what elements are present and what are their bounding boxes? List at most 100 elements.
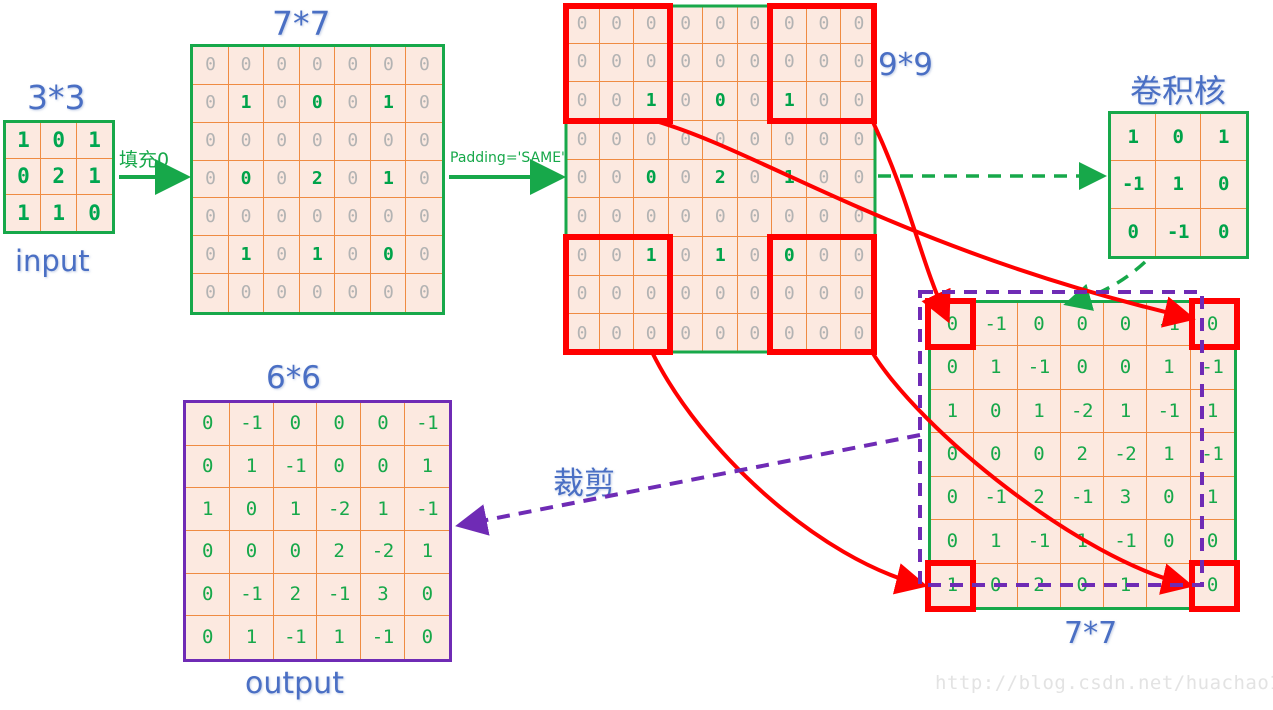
padded-matrix-9x9-cell-r3-c5: 0: [737, 121, 773, 160]
output-matrix-6x6-cell-r3-c5: 1: [405, 531, 449, 574]
padded-matrix-9x9-cell-r6-c4: 1: [703, 237, 738, 276]
padded-matrix-9x9-cell-r4-c1: 0: [599, 159, 635, 199]
padded-matrix-9x9-cell-r4-c8: 0: [841, 159, 876, 199]
dilated-matrix-7x7-cell-r0-c1: 0: [228, 47, 265, 85]
padded-matrix-9x9-cell-r8-c8: 0: [841, 314, 876, 353]
input-matrix-cell-r1-c1: 2: [41, 159, 77, 195]
dilated-matrix-7x7-cell-r3-c4: 0: [335, 160, 371, 199]
result-matrix-7x7-cell-r2-c3: -2: [1060, 389, 1105, 434]
kernel-matrix-cell-r2-c1: -1: [1156, 208, 1201, 256]
dilated-matrix-7x7-cell-r2-c0: 0: [193, 122, 229, 161]
crop-arrow-label: 裁剪: [553, 466, 615, 502]
dilated-matrix-7x7-cell-r6-c6: 0: [406, 274, 442, 312]
padded-matrix-9x9-cell-r3-c8: 0: [841, 121, 876, 160]
red-curve-topright-to-result: [870, 119, 951, 324]
dilated-matrix-7x7-cell-r4-c1: 0: [228, 198, 265, 237]
fill-zero-arrow-label: 填充0: [119, 149, 170, 171]
result-matrix-7x7-cell-r5-c5: 0: [1147, 520, 1191, 564]
padded-matrix-9x9-cell-r3-c2: 0: [634, 121, 669, 160]
dilated-matrix-7x7-cell-r2-c2: 0: [264, 122, 300, 161]
padded-matrix-9x9-cell-r0-c0: 0: [565, 5, 600, 44]
dilated-matrix-7x7-cell-r1-c1: 1: [228, 84, 265, 123]
padded-matrix-9x9-cell-r3-c7: 0: [806, 121, 842, 160]
padded-matrix-9x9-cell-r1-c1: 0: [599, 43, 635, 83]
output-matrix-6x6-cell-r5-c5: 0: [405, 616, 449, 659]
padded-matrix-9x9-cell-r6-c8: 0: [841, 237, 876, 276]
padded-matrix-9x9-cell-r6-c6: 0: [772, 237, 807, 276]
dilated-matrix-7x7-cell-r1-c5: 1: [370, 84, 407, 123]
dilated-matrix-7x7-cell-r5-c5: 0: [370, 236, 407, 275]
padded-matrix-9x9-cell-r0-c3: 0: [668, 5, 704, 44]
kernel-matrix-cell-r1-c1: 1: [1156, 161, 1201, 209]
output-matrix-6x6-cell-r2-c2: 1: [273, 488, 318, 531]
padded-matrix-9x9-cell-r5-c2: 0: [634, 198, 669, 237]
padded-matrix-9x9-cell-r7-c1: 0: [599, 275, 635, 315]
dilated-matrix-7x7-cell-r3-c5: 1: [370, 160, 407, 199]
padded-matrix-9x9-cell-r6-c5: 0: [737, 237, 773, 276]
input-matrix-cell-r0-c2: 1: [76, 123, 112, 159]
result-matrix-7x7-cell-r2-c6: 1: [1190, 389, 1234, 434]
dilated-matrix-7x7-cell-r2-c6: 0: [406, 122, 442, 161]
result-matrix-7x7-cell-r5-c6: 0: [1190, 520, 1234, 564]
padded-matrix-9x9-cell-r0-c1: 0: [599, 5, 635, 44]
dilated-matrix-7x7: 0000000010001000000000002010000000001010…: [190, 44, 445, 315]
dilated-matrix-7x7-cell-r4-c2: 0: [264, 198, 300, 237]
input-size-label: 3*3: [27, 78, 86, 117]
dilated-matrix-7x7-cell-r2-c4: 0: [335, 122, 371, 161]
result-matrix-7x7-cell-r6-c0: 1: [931, 563, 975, 607]
padded-matrix-9x9-cell-r6-c3: 0: [668, 237, 704, 276]
output-matrix-6x6-cell-r4-c2: 2: [273, 573, 318, 617]
dilated-matrix-7x7-cell-r0-c2: 0: [264, 47, 300, 85]
input-matrix-cell-r1-c2: 1: [76, 159, 112, 195]
output-matrix-6x6-cell-r2-c5: -1: [405, 488, 449, 531]
input-matrix-cell-r2-c2: 0: [76, 195, 112, 231]
padded-matrix-9x9-cell-r7-c2: 0: [634, 275, 669, 315]
dilated-matrix-7x7-cell-r5-c6: 0: [406, 236, 442, 275]
result-matrix-7x7-cell-r0-c3: 0: [1060, 303, 1105, 347]
padded-matrix-9x9-cell-r0-c2: 0: [634, 5, 669, 44]
kernel-to-result-dashed-arrow: [1063, 260, 1147, 311]
padded-matrix-9x9-cell-r2-c7: 0: [806, 82, 842, 121]
output-matrix-6x6-cell-r5-c3: 1: [317, 616, 362, 659]
result-matrix-7x7-cell-r3-c6: -1: [1190, 433, 1234, 477]
output-matrix-6x6-cell-r3-c1: 0: [229, 531, 274, 574]
padded-matrix-9x9-cell-r5-c7: 0: [806, 198, 842, 237]
padded-matrix-9x9-cell-r1-c6: 0: [772, 43, 807, 83]
dilated-matrix-7x7-cell-r6-c0: 0: [193, 274, 229, 312]
result-matrix-7x7-cell-r5-c4: -1: [1104, 520, 1148, 564]
dilated-matrix-7x7-cell-r5-c1: 1: [228, 236, 265, 275]
input-caption: input: [15, 244, 90, 278]
result-matrix-7x7-cell-r0-c1: -1: [974, 303, 1018, 347]
padded-matrix-9x9-cell-r0-c8: 0: [841, 5, 876, 44]
output-matrix-6x6-cell-r4-c1: -1: [229, 573, 274, 617]
padded-matrix-9x9-cell-r6-c0: 0: [565, 237, 600, 276]
padded-matrix-9x9-cell-r2-c3: 0: [668, 82, 704, 121]
dilated-matrix-7x7-cell-r3-c2: 0: [264, 160, 300, 199]
output-matrix-6x6-cell-r1-c3: 0: [317, 445, 362, 489]
padded-matrix-9x9-cell-r1-c4: 0: [703, 43, 738, 83]
padded-matrix-9x9-cell-r8-c1: 0: [599, 314, 635, 353]
result-matrix-7x7-cell-r1-c1: 1: [974, 346, 1018, 390]
result-matrix-7x7-cell-r1-c2: -1: [1017, 346, 1061, 390]
dilated-matrix-7x7-cell-r5-c3: 1: [299, 236, 336, 275]
result-matrix-7x7-cell-r1-c6: -1: [1190, 346, 1234, 390]
dilated-matrix-7x7-cell-r4-c6: 0: [406, 198, 442, 237]
crop-arrow: [455, 433, 921, 536]
padding-same-arrow-label: Padding='SAME': [450, 150, 565, 166]
dilated-matrix-7x7-cell-r6-c4: 0: [335, 274, 371, 312]
padded-matrix-9x9-cell-r1-c7: 0: [806, 43, 842, 83]
result-matrix-7x7-cell-r1-c5: 1: [1147, 346, 1191, 390]
dilated-size-label: 7*7: [272, 4, 331, 43]
output-matrix-6x6-cell-r4-c3: -1: [317, 573, 362, 617]
padded-matrix-9x9-cell-r4-c6: 1: [772, 159, 807, 199]
result-matrix-7x7-cell-r0-c2: 0: [1017, 303, 1061, 347]
output-matrix-6x6-cell-r2-c1: 0: [229, 488, 274, 531]
padded-matrix-9x9-cell-r5-c1: 0: [599, 198, 635, 237]
padded-matrix-9x9-cell-r0-c5: 0: [737, 5, 773, 44]
padded-matrix-9x9-cell-r5-c3: 0: [668, 198, 704, 237]
result-matrix-7x7-cell-r3-c3: 2: [1060, 433, 1105, 477]
output-matrix-6x6-cell-r0-c2: 0: [273, 403, 318, 446]
dilated-matrix-7x7-cell-r0-c4: 0: [335, 47, 371, 85]
result-matrix-7x7: 0 -1 0 0 0 -1 0 0 1 -1 0 0 1 -1 1 0 1 -2 1 -1 1 0 0 0 2 -2 1 -1 0 -1 2…: [928, 300, 1237, 610]
padded-matrix-9x9-cell-r2-c4: 0: [703, 82, 738, 121]
